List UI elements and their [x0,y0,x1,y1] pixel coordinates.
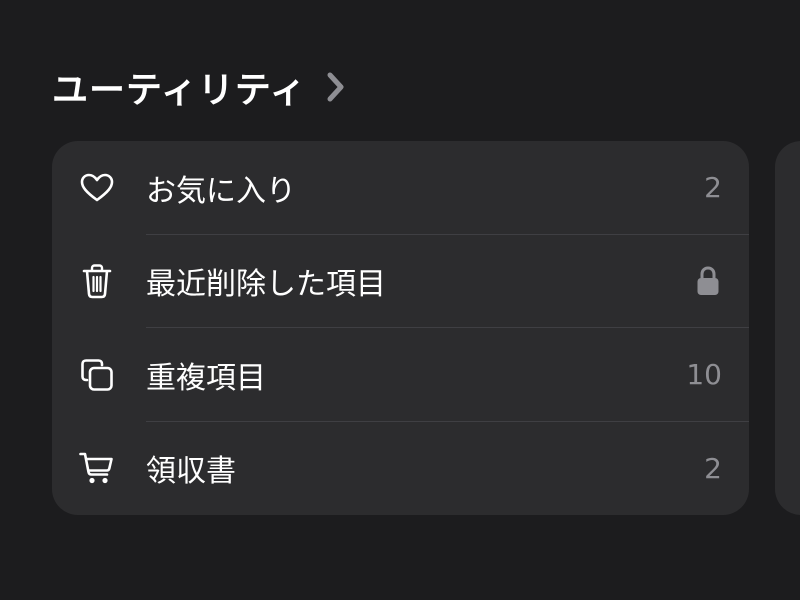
list-item-recently-deleted[interactable]: 最近削除した項目 [52,235,749,328]
cart-icon [79,450,115,486]
list-item-label: お気に入り [146,173,296,209]
utilities-page: ユーティリティ お気に入り 2 最近削除した項目 重複項目 10 領収書 2 [0,0,800,600]
section-title: ユーティリティ [52,70,307,111]
item-count: 10 [686,358,722,392]
heart-icon [79,170,115,206]
list-item-label: 領収書 [146,454,236,490]
next-card-peek[interactable] [775,141,800,515]
chevron-right-icon [325,70,351,104]
utilities-section-header[interactable]: ユーティリティ [52,58,351,116]
item-count: 2 [704,451,722,485]
list-item-label: 重複項目 [146,360,266,396]
duplicate-icon [79,357,115,393]
utilities-card: お気に入り 2 最近削除した項目 重複項目 10 領収書 2 [52,141,749,515]
item-count: 2 [704,171,722,205]
list-item-duplicates[interactable]: 重複項目 10 [52,328,749,422]
list-item-receipts[interactable]: 領収書 2 [52,422,749,516]
list-item-label: 最近削除した項目 [146,267,386,303]
trash-icon [79,263,115,299]
list-item-favorites[interactable]: お気に入り 2 [52,141,749,235]
lock-icon [696,265,720,297]
